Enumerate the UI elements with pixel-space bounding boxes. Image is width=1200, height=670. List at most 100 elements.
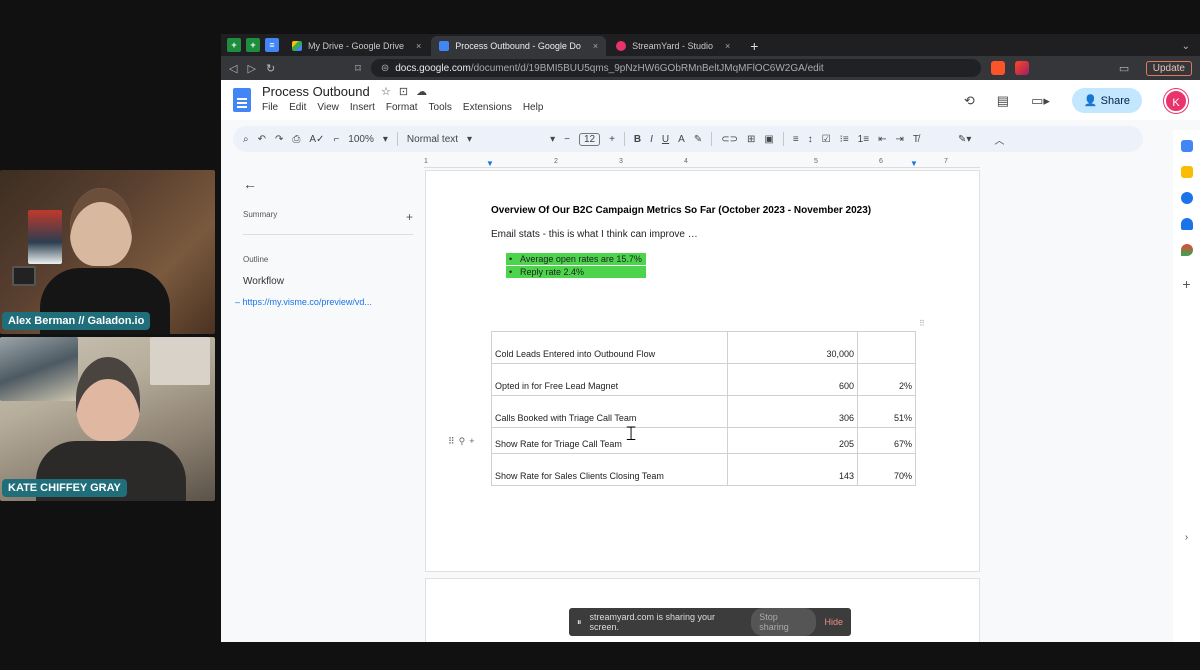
sheets-pinned-tab-icon[interactable]: +: [246, 38, 260, 52]
menu-format[interactable]: Format: [386, 102, 418, 113]
sheets-pinned-tab-icon[interactable]: +: [227, 38, 241, 52]
chevron-down-icon[interactable]: ▾: [383, 134, 388, 145]
add-comment-icon[interactable]: ⊞: [747, 134, 755, 145]
editing-mode-icon[interactable]: ✎▾: [958, 134, 971, 145]
reload-icon[interactable]: ↻: [266, 62, 275, 75]
zoom-select[interactable]: 100%: [348, 134, 374, 145]
document-title[interactable]: Process Outbound: [262, 84, 370, 99]
bold-icon[interactable]: B: [634, 134, 641, 145]
outline-item-workflow[interactable]: Workflow: [243, 276, 413, 287]
table-cell[interactable]: 306: [727, 395, 858, 428]
spellcheck-icon[interactable]: A✓: [309, 134, 324, 145]
star-icon[interactable]: ☆: [381, 86, 399, 98]
text-color-icon[interactable]: A: [678, 134, 685, 145]
expand-panel-icon[interactable]: ›: [1173, 532, 1200, 543]
table-cell[interactable]: Show Rate for Triage Call Team: [491, 427, 728, 454]
brave-shield-icon[interactable]: [990, 61, 1005, 75]
window-icon[interactable]: ▭: [1119, 62, 1129, 75]
collapse-toolbar-icon[interactable]: ︿: [994, 132, 1004, 147]
align-icon[interactable]: ≡: [793, 134, 799, 145]
avatar[interactable]: K: [1164, 88, 1188, 113]
italic-icon[interactable]: I: [650, 134, 653, 145]
numbered-list-icon[interactable]: 1≡: [858, 134, 869, 145]
insert-image-icon[interactable]: ▣: [764, 134, 773, 145]
checklist-icon[interactable]: ☑: [822, 134, 831, 145]
comments-icon[interactable]: ▤: [997, 93, 1009, 109]
table-cell[interactable]: [857, 331, 916, 364]
add-row-icon[interactable]: +: [469, 436, 478, 446]
menu-extensions[interactable]: Extensions: [463, 102, 512, 113]
table-cell[interactable]: 51%: [857, 395, 916, 428]
table-cell[interactable]: Calls Booked with Triage Call Team: [491, 395, 728, 428]
calendar-icon[interactable]: [1180, 140, 1193, 152]
decrease-font-icon[interactable]: −: [564, 134, 570, 145]
font-size-input[interactable]: 12: [578, 132, 601, 146]
table-cell[interactable]: 30,000: [727, 331, 858, 364]
move-folder-icon[interactable]: ⊡: [399, 86, 416, 98]
table-cell[interactable]: 67%: [857, 427, 916, 454]
bullet-list-icon[interactable]: ⁝≡: [840, 134, 849, 145]
decrease-indent-icon[interactable]: ⇤: [878, 134, 886, 145]
tab-streamyard[interactable]: StreamYard - Studio ×: [608, 36, 738, 56]
close-tab-icon[interactable]: ×: [416, 41, 421, 51]
link-icon[interactable]: ⊂⊃: [721, 134, 738, 145]
table-grip-icon[interactable]: ⠿: [919, 319, 925, 328]
document-page[interactable]: Overview Of Our B2C Campaign Metrics So …: [425, 170, 980, 572]
add-addon-icon[interactable]: +: [1173, 276, 1200, 292]
menu-tools[interactable]: Tools: [429, 102, 452, 113]
maps-icon[interactable]: [1180, 244, 1193, 256]
undo-icon[interactable]: ↶: [258, 134, 266, 145]
tab-process-outbound[interactable]: Process Outbound - Google Do ×: [431, 36, 607, 56]
increase-font-icon[interactable]: +: [609, 134, 615, 145]
print-icon[interactable]: ⎙: [292, 134, 300, 145]
increase-indent-icon[interactable]: ⇥: [895, 134, 903, 145]
keep-icon[interactable]: [1180, 166, 1193, 178]
menu-help[interactable]: Help: [523, 102, 544, 113]
table-cell[interactable]: 205: [727, 427, 858, 454]
horizontal-ruler[interactable]: 1 2 3 4 5 6 7 ▼ ▼: [424, 158, 980, 168]
redo-icon[interactable]: ↷: [275, 134, 283, 145]
stop-sharing-button[interactable]: Stop sharing: [751, 608, 817, 636]
chevron-down-icon[interactable]: ▾: [550, 134, 555, 145]
line-spacing-icon[interactable]: ↕: [808, 134, 813, 145]
style-select[interactable]: Normal text: [407, 134, 458, 145]
highlight-icon[interactable]: ✎: [694, 134, 702, 145]
table-cell[interactable]: Show Rate for Sales Clients Closing Team: [491, 453, 728, 486]
chevron-down-icon[interactable]: ▾: [467, 134, 472, 145]
tasks-icon[interactable]: [1180, 192, 1193, 204]
outline-item-link[interactable]: – https://my.visme.co/preview/vd...: [235, 297, 413, 307]
back-arrow-icon[interactable]: ←: [243, 176, 413, 192]
history-icon[interactable]: ⟲: [964, 93, 975, 109]
table-cell[interactable]: 143: [727, 453, 858, 486]
menu-edit[interactable]: Edit: [289, 102, 306, 113]
close-tab-icon[interactable]: ×: [593, 41, 598, 51]
paint-format-icon[interactable]: ⌐: [333, 134, 339, 145]
share-button[interactable]: 👤 Share: [1071, 88, 1142, 113]
table-cell[interactable]: Cold Leads Entered into Outbound Flow: [491, 331, 728, 364]
brave-rewards-icon[interactable]: [1014, 61, 1029, 75]
meet-icon[interactable]: ▭▸: [1031, 93, 1050, 109]
clear-formatting-icon[interactable]: T̸: [913, 134, 919, 145]
menu-file[interactable]: File: [262, 102, 278, 113]
table-cell[interactable]: 70%: [857, 453, 916, 486]
underline-icon[interactable]: U: [662, 134, 669, 145]
url-field[interactable]: ⊜ docs.google.com/document/d/19BMI5BUU5q…: [370, 59, 981, 77]
tab-drive[interactable]: My Drive - Google Drive ×: [284, 36, 429, 56]
menu-insert[interactable]: Insert: [350, 102, 375, 113]
update-button[interactable]: Update: [1145, 60, 1192, 76]
table-cell[interactable]: Opted in for Free Lead Magnet: [491, 363, 728, 396]
forward-icon[interactable]: ▷: [247, 62, 255, 75]
cloud-status-icon[interactable]: ☁: [416, 86, 435, 98]
site-info-icon[interactable]: ⊜: [381, 63, 389, 74]
table-cell[interactable]: 600: [727, 363, 858, 396]
back-icon[interactable]: ◁: [229, 62, 237, 75]
pin-row-icon[interactable]: ⚲: [459, 436, 470, 446]
indent-marker-icon[interactable]: ▼: [910, 159, 918, 168]
chevron-down-icon[interactable]: ⌄: [1182, 41, 1190, 56]
drag-handle-icon[interactable]: ⠿: [448, 436, 459, 446]
new-tab-icon[interactable]: +: [750, 38, 758, 54]
search-menus-icon[interactable]: ⌕: [243, 134, 249, 145]
docs-logo-icon[interactable]: [233, 88, 251, 112]
add-summary-icon[interactable]: +: [406, 210, 413, 224]
indent-marker-icon[interactable]: ▼: [486, 159, 494, 168]
